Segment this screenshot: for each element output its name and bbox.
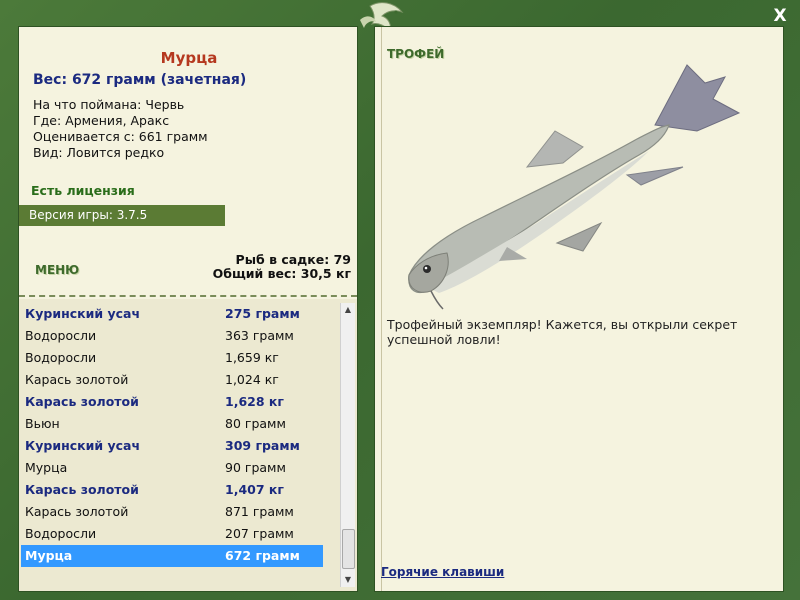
- catch-row[interactable]: Мурца 672 грамм: [21, 545, 323, 567]
- trophy-text: Трофейный экземпляр! Кажется, вы открыли…: [387, 317, 738, 347]
- catch-weight: 80 грамм: [225, 416, 286, 431]
- catch-weight: 275 грамм: [225, 306, 300, 321]
- catch-row[interactable]: Карась золотой 1,024 кг: [21, 369, 323, 391]
- catch-weight: 207 грамм: [225, 526, 294, 541]
- trophy-label: ТРОФЕЙ: [387, 47, 445, 61]
- catch-row[interactable]: Мурца 90 грамм: [21, 457, 323, 479]
- catch-weight: 1,659 кг: [225, 350, 279, 365]
- fish-weight: Вес: 672 грамм (зачетная): [33, 72, 247, 88]
- fish-kind: Вид: Ловится редко: [33, 145, 165, 160]
- total-weight: Общий вес: 30,5 кг: [212, 266, 351, 281]
- catch-name: Мурца: [25, 460, 68, 475]
- fish-info-panel: Мурца Вес: 672 грамм (зачетная) На что п…: [18, 26, 358, 592]
- catch-weight: 1,407 кг: [225, 482, 284, 497]
- license-status: Есть лицензия: [31, 183, 135, 198]
- menu-button[interactable]: МЕНЮ: [35, 263, 79, 277]
- catch-row[interactable]: Карась золотой 871 грамм: [21, 501, 323, 523]
- catch-weight: 871 грамм: [225, 504, 294, 519]
- catch-name: Водоросли: [25, 328, 97, 343]
- catch-weight: 363 грамм: [225, 328, 294, 343]
- close-button[interactable]: X: [770, 6, 790, 26]
- catch-name: Карась золотой: [25, 482, 139, 497]
- fish-count: Рыб в садке: 79: [235, 252, 351, 267]
- fish-image: [408, 64, 741, 310]
- catch-name: Вьюн: [25, 416, 60, 431]
- catch-weight: 309 грамм: [225, 438, 300, 453]
- catch-weight: 1,024 кг: [225, 372, 279, 387]
- catch-name: Мурца: [25, 548, 73, 563]
- fish-bait: На что поймана: Червь: [33, 97, 185, 112]
- catch-row[interactable]: Водоросли 1,659 кг: [21, 347, 323, 369]
- catch-weight: 1,628 кг: [225, 394, 284, 409]
- catch-row[interactable]: Куринский усач 309 грамм: [21, 435, 323, 457]
- scroll-thumb[interactable]: [342, 529, 355, 569]
- catch-list[interactable]: Куринский усач 275 грамм Водоросли 363 грам…: [21, 303, 323, 567]
- fish-estimate: Оценивается с: 661 грамм: [33, 129, 208, 144]
- catch-name: Водоросли: [25, 526, 97, 541]
- scroll-up-arrow-icon[interactable]: ▲: [341, 303, 355, 317]
- catch-row[interactable]: Вьюн 80 грамм: [21, 413, 323, 435]
- catch-name: Карась золотой: [25, 372, 129, 387]
- trophy-panel: ТРОФЕЙ Трофейный экземпляр! Кажется, вы …: [374, 26, 784, 592]
- catch-name: Водоросли: [25, 350, 97, 365]
- scrollbar[interactable]: ▲ ▼: [340, 303, 355, 587]
- catch-name: Куринский усач: [25, 306, 141, 321]
- scroll-down-arrow-icon[interactable]: ▼: [341, 573, 355, 587]
- catch-row[interactable]: Карась золотой 1,407 кг: [21, 479, 323, 501]
- catch-row[interactable]: Куринский усач 275 грамм: [21, 303, 323, 325]
- divider: [19, 295, 357, 297]
- version-bar: Версия игры: 3.7.5: [19, 205, 225, 226]
- catch-row[interactable]: Водоросли 363 грамм: [21, 325, 323, 347]
- catch-weight: 672 грамм: [225, 548, 300, 563]
- catch-row[interactable]: Водоросли 207 грамм: [21, 523, 323, 545]
- catch-name: Карась золотой: [25, 504, 129, 519]
- fish-name: Мурца: [160, 49, 218, 67]
- catch-list-area: Куринский усач 275 грамм Водоросли 363 грам…: [19, 299, 357, 591]
- catch-row[interactable]: Карась золотой 1,628 кг: [21, 391, 323, 413]
- catch-name: Карась золотой: [25, 394, 139, 409]
- keepnet-stats: Рыб в садке: 79 Общий вес: 30,5 кг: [213, 253, 351, 281]
- panel-inner-border: [381, 27, 382, 591]
- catch-weight: 90 грамм: [225, 460, 286, 475]
- catch-name: Куринский усач: [25, 438, 141, 453]
- fish-place: Где: Армения, Аракс: [33, 113, 170, 128]
- hotkeys-link[interactable]: Горячие клавиши: [381, 565, 504, 579]
